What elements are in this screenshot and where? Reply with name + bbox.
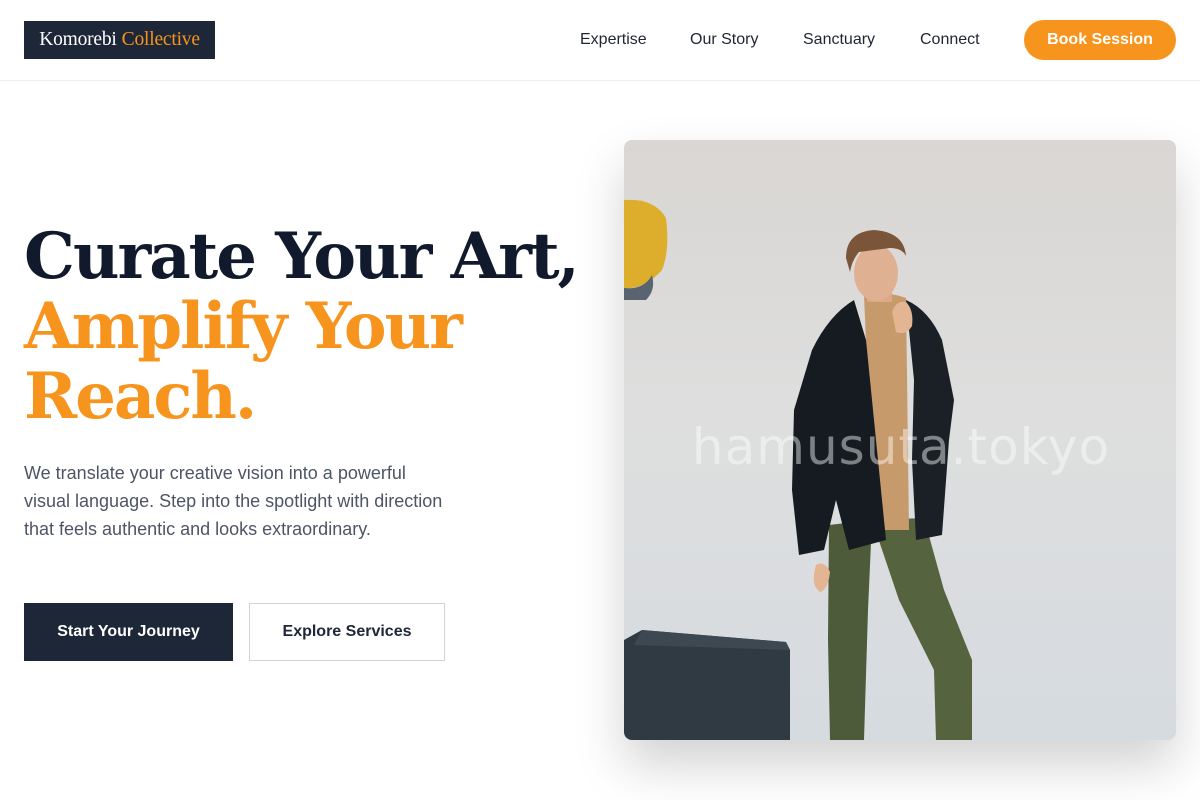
book-session-button[interactable]: Book Session — [1024, 20, 1176, 60]
hero-photo: hamusuta.tokyo — [624, 140, 1176, 740]
brand-name: Komorebi — [39, 29, 117, 50]
nav-link-connect[interactable]: Connect — [920, 30, 980, 50]
site-header: Komorebi Collective Expertise Our Story S… — [0, 0, 1200, 81]
headline-line-1: Curate Your Art, — [24, 219, 580, 294]
nav-link-sanctuary[interactable]: Sanctuary — [803, 30, 875, 50]
nav-link-expertise[interactable]: Expertise — [580, 30, 647, 50]
brand-accent: Collective — [121, 29, 200, 50]
hero-description: We translate your creative vision into a… — [24, 463, 443, 539]
headline-line-3: Reach. — [24, 359, 257, 434]
nav-link-our-story[interactable]: Our Story — [690, 30, 758, 50]
headline-line-2: Amplify Your — [24, 289, 463, 364]
explore-services-button[interactable]: Explore Services — [249, 603, 445, 661]
hero-headline: Curate Your Art, Amplify Your Reach. — [24, 222, 604, 432]
start-journey-button[interactable]: Start Your Journey — [24, 603, 233, 661]
image-watermark: hamusuta.tokyo — [691, 418, 1111, 476]
brand-logo[interactable]: Komorebi Collective — [24, 21, 215, 59]
